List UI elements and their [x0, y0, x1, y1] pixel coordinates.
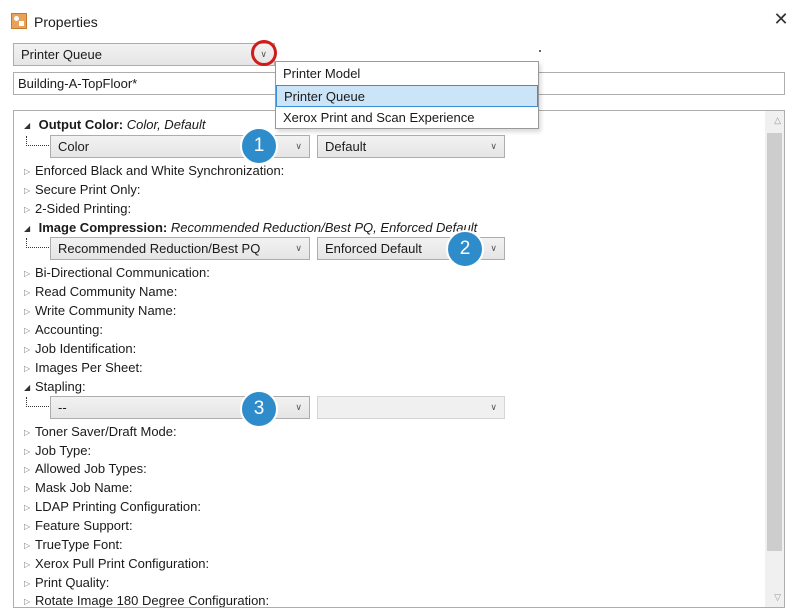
collapsed-triangle-icon[interactable]: ▷ [24, 186, 35, 195]
tree-item-allowed-job-types[interactable]: ▷ Allowed Job Types: [24, 461, 147, 476]
tree-item-toner-saver[interactable]: ▷ Toner Saver/Draft Mode: [24, 424, 177, 439]
tree-item-truetype-font[interactable]: ▷ TrueType Font: [24, 537, 123, 552]
collapsed-triangle-icon[interactable]: ▷ [24, 428, 35, 437]
chevron-down-icon: ∨ [295, 243, 302, 253]
dropdown-option-printer-queue[interactable]: Printer Queue [276, 85, 538, 107]
tree-item-job-type[interactable]: ▷ Job Type: [24, 443, 91, 458]
collapsed-triangle-icon[interactable]: ▷ [24, 345, 35, 354]
tree-item-output-color[interactable]: ◢ Output Color: Color, Default [24, 117, 206, 132]
collapsed-triangle-icon[interactable]: ▷ [24, 326, 35, 335]
tree-item-ldap[interactable]: ▷ LDAP Printing Configuration: [24, 499, 201, 514]
close-icon[interactable]: ✕ [772, 10, 790, 28]
printer-mode-dropdown: Printer Model Printer Queue Xerox Print … [275, 61, 539, 129]
chevron-down-icon: ∨ [490, 243, 497, 253]
tree-item-accounting[interactable]: ▷ Accounting: [24, 322, 103, 337]
divider-dot [539, 50, 541, 52]
expanded-triangle-icon[interactable]: ◢ [24, 121, 35, 130]
title-bar: Properties ✕ [0, 0, 793, 40]
vertical-scrollbar[interactable]: △ ▽ [765, 111, 784, 607]
callout-badge-3: 3 [240, 390, 278, 428]
tree-item-images-per-sheet[interactable]: ▷ Images Per Sheet: [24, 360, 143, 375]
expanded-triangle-icon[interactable]: ◢ [24, 224, 35, 233]
collapsed-triangle-icon[interactable]: ▷ [24, 205, 35, 214]
tree-item-image-compression[interactable]: ◢ Image Compression: Recommended Reducti… [24, 220, 477, 235]
tree-item-print-quality[interactable]: ▷ Print Quality: [24, 575, 109, 590]
tree-item-stapling[interactable]: ◢ Stapling: [24, 379, 86, 394]
image-compression-select[interactable]: Recommended Reduction/Best PQ ∨ [50, 237, 310, 260]
tree-connector [26, 238, 51, 248]
tree-item-xerox-pull-print[interactable]: ▷ Xerox Pull Print Configuration: [24, 556, 209, 571]
printer-mode-select[interactable]: Printer Queue ∨ [13, 43, 275, 66]
output-color-mode-select[interactable]: Default ∨ [317, 135, 505, 158]
collapsed-triangle-icon[interactable]: ▷ [24, 288, 35, 297]
callout-badge-2: 2 [446, 230, 484, 268]
collapsed-triangle-icon[interactable]: ▷ [24, 541, 35, 550]
properties-tree-panel: △ ▽ ◢ Output Color: Color, Default Color… [13, 110, 785, 608]
chevron-down-icon: ∨ [295, 141, 302, 151]
collapsed-triangle-icon[interactable]: ▷ [24, 364, 35, 373]
chevron-down-icon: ∨ [295, 402, 302, 412]
callout-badge-1: 1 [240, 127, 278, 165]
stapling-mode-select: ∨ [317, 396, 505, 419]
tree-item-mask-job-name[interactable]: ▷ Mask Job Name: [24, 480, 133, 495]
collapsed-triangle-icon[interactable]: ▷ [24, 465, 35, 474]
window-title: Properties [34, 14, 98, 30]
tree-item-secure-print[interactable]: ▷ Secure Print Only: [24, 182, 141, 197]
tree-connector [26, 136, 51, 146]
collapsed-triangle-icon[interactable]: ▷ [24, 269, 35, 278]
chevron-down-icon: ∨ [490, 141, 497, 151]
collapsed-triangle-icon[interactable]: ▷ [24, 597, 35, 606]
tree-item-enforced-bw[interactable]: ▷ Enforced Black and White Synchronizatio… [24, 163, 284, 178]
expanded-triangle-icon[interactable]: ◢ [24, 383, 35, 392]
scroll-up-icon[interactable]: △ [774, 115, 781, 126]
dropdown-option-xerox-print-scan[interactable]: Xerox Print and Scan Experience [276, 107, 538, 129]
highlight-ring [251, 40, 277, 66]
tree-item-feature-support[interactable]: ▷ Feature Support: [24, 518, 133, 533]
collapsed-triangle-icon[interactable]: ▷ [24, 167, 35, 176]
collapsed-triangle-icon[interactable]: ▷ [24, 503, 35, 512]
collapsed-triangle-icon[interactable]: ▷ [24, 560, 35, 569]
scrollbar-thumb[interactable] [767, 133, 782, 551]
collapsed-triangle-icon[interactable]: ▷ [24, 522, 35, 531]
collapsed-triangle-icon[interactable]: ▷ [24, 484, 35, 493]
chevron-down-icon: ∨ [490, 402, 497, 412]
tree-connector [26, 397, 51, 407]
properties-app-icon [11, 13, 27, 29]
printer-mode-select-value: Printer Queue [21, 47, 102, 62]
tree-item-rotate-image[interactable]: ▷ Rotate Image 180 Degree Configuration: [24, 593, 269, 607]
tree-item-write-community[interactable]: ▷ Write Community Name: [24, 303, 176, 318]
collapsed-triangle-icon[interactable]: ▷ [24, 307, 35, 316]
collapsed-triangle-icon[interactable]: ▷ [24, 579, 35, 588]
collapsed-triangle-icon[interactable]: ▷ [24, 447, 35, 456]
tree-item-job-identification[interactable]: ▷ Job Identification: [24, 341, 136, 356]
dropdown-option-printer-model[interactable]: Printer Model [276, 63, 538, 85]
scroll-down-icon[interactable]: ▽ [774, 592, 781, 603]
tree-item-read-community[interactable]: ▷ Read Community Name: [24, 284, 177, 299]
tree-item-bidirectional[interactable]: ▷ Bi-Directional Communication: [24, 265, 210, 280]
tree-item-2-sided[interactable]: ▷ 2-Sided Printing: [24, 201, 131, 216]
